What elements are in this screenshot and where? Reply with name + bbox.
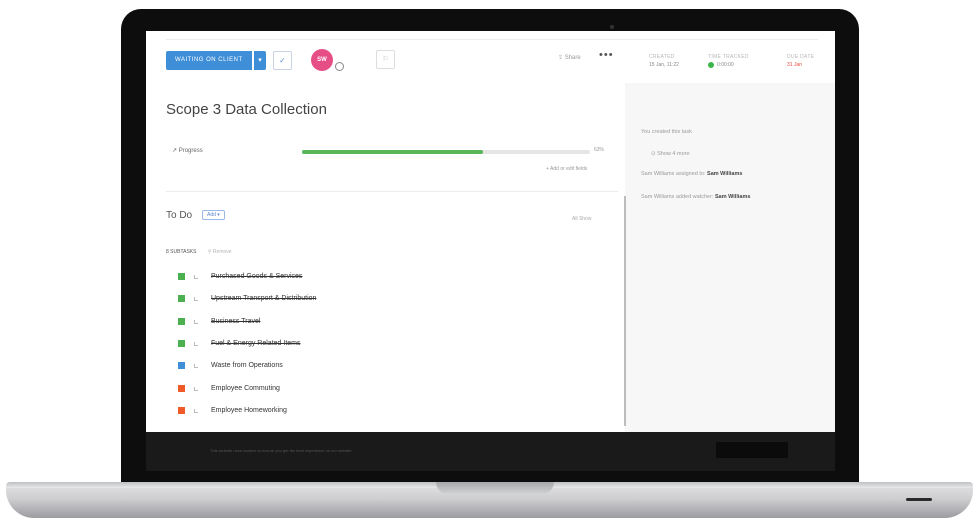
more-options-icon[interactable]: ••• [599, 49, 614, 61]
add-todo-button[interactable]: Add ▾ [202, 210, 225, 220]
subtask-branch-icon [194, 341, 198, 346]
activity-item: You created this task [641, 129, 692, 135]
cookie-banner-text: This website uses cookies to ensure you … [210, 448, 352, 453]
due-meta: DUE DATE 31 Jan [787, 53, 814, 69]
progress-bar-fill [302, 150, 484, 154]
status-square-icon[interactable] [178, 384, 185, 392]
activity-panel [625, 83, 835, 463]
todo-heading: To Do [166, 210, 193, 221]
time-tracked-meta: TIME TRACKED 0:00:00 [708, 53, 749, 69]
subtask-name[interactable]: Purchased Goods & Services [211, 273, 302, 280]
subtask-name[interactable]: Business Travel [211, 318, 260, 325]
subtasks-header: 8 SUBTASKS ⚲ Remove [166, 249, 232, 255]
play-icon[interactable] [708, 61, 714, 68]
task-title[interactable]: Scope 3 Data Collection [166, 101, 327, 118]
created-label: CREATED [649, 54, 675, 60]
subtask-branch-icon [194, 319, 198, 324]
subtask-branch-icon [194, 408, 198, 413]
created-value: 15 Jan, 11:22 [649, 62, 679, 68]
status-button[interactable]: WAITING ON CLIENT [166, 51, 252, 70]
remove-button[interactable]: ⚲ Remove [208, 249, 232, 255]
app-screen: WAITING ON CLIENT ▾ ✓ SW ⚐ ⇪ Share ••• C… [146, 31, 835, 471]
subtask-name[interactable]: Employee Commuting [211, 385, 280, 392]
subtask-branch-icon [194, 386, 198, 391]
time-tracked-label: TIME TRACKED [708, 54, 749, 60]
add-fields-link[interactable]: + Add or edit fields [546, 166, 587, 172]
status-square-icon[interactable] [178, 295, 185, 303]
status-square-icon[interactable] [178, 339, 185, 347]
subtask-name[interactable]: Upstream Transport & Distribution [211, 295, 316, 302]
cookie-banner: This website uses cookies to ensure you … [146, 432, 835, 471]
progress-bar [302, 150, 590, 154]
scrollbar[interactable] [624, 196, 626, 426]
assignee-avatar[interactable]: SW [311, 49, 333, 71]
activity-item: Sam Williams assigned to: Sam Williams [641, 171, 743, 177]
laptop-base [6, 482, 973, 518]
tag-icon[interactable]: ⚐ [376, 50, 395, 69]
due-value[interactable]: 31 Jan [787, 61, 814, 69]
subtask-name[interactable]: Employee Homeworking [211, 407, 287, 414]
base-notch [436, 482, 554, 494]
camera-icon [610, 25, 614, 29]
time-tracked-value[interactable]: 0:00:00 [708, 61, 749, 69]
share-button[interactable]: ⇪ Share [558, 54, 581, 61]
due-label: DUE DATE [787, 54, 815, 60]
complete-check-icon[interactable]: ✓ [273, 51, 292, 70]
created-meta: CREATED 15 Jan, 11:22 [649, 53, 679, 69]
list-filter-controls[interactable]: All Show [572, 216, 591, 222]
subtask-name[interactable]: Waste from Operations [211, 362, 283, 369]
subtask-name[interactable]: Fuel & Energy Related Items [211, 340, 301, 347]
activity-item: Sam Williams added watcher: Sam Williams [641, 194, 751, 200]
status-square-icon[interactable] [178, 362, 185, 370]
progress-label: ↗ Progress [172, 148, 203, 154]
subtask-branch-icon [194, 297, 198, 302]
section-divider [166, 191, 618, 192]
subtask-branch-icon [194, 364, 198, 369]
progress-field: ↗ Progress 63% + Add or edit fields [166, 143, 606, 173]
status-square-icon[interactable] [178, 273, 185, 280]
status-square-icon[interactable] [178, 406, 185, 414]
progress-percent: 63% [594, 147, 605, 153]
subtask-branch-icon [194, 275, 198, 279]
status-led [906, 498, 932, 501]
watcher-icon[interactable] [335, 62, 344, 71]
show-more-link[interactable]: ⊙ Show 4 more [651, 151, 690, 157]
top-divider [166, 39, 818, 40]
subtasks-count: 8 SUBTASKS [166, 249, 197, 255]
status-caret-icon[interactable]: ▾ [254, 51, 266, 70]
cookie-accept-button[interactable] [716, 442, 788, 458]
status-square-icon[interactable] [178, 317, 185, 325]
